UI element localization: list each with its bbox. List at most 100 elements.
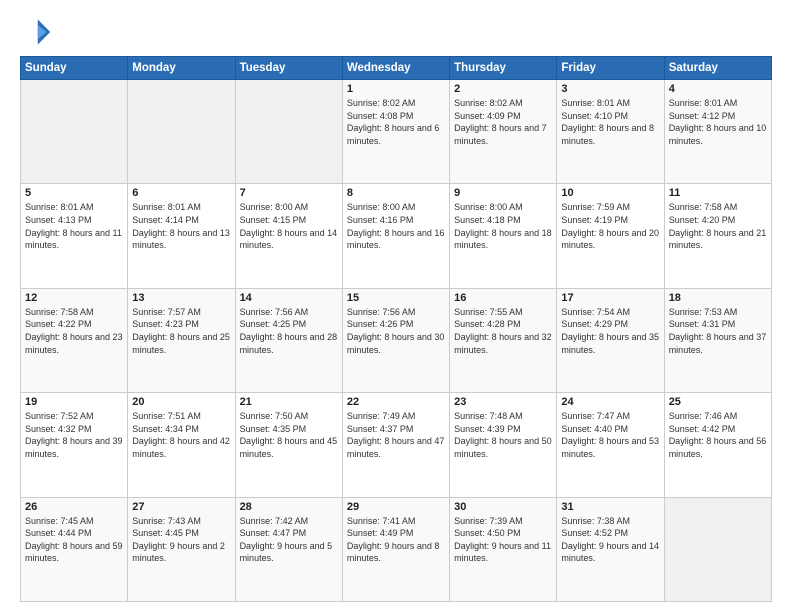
day-number: 22 <box>347 396 445 408</box>
day-info: Sunrise: 7:59 AM Sunset: 4:19 PM Dayligh… <box>561 201 659 251</box>
day-header-tuesday: Tuesday <box>235 57 342 80</box>
calendar-cell <box>128 80 235 184</box>
calendar-week-1: 1Sunrise: 8:02 AM Sunset: 4:08 PM Daylig… <box>21 80 772 184</box>
day-info: Sunrise: 8:01 AM Sunset: 4:14 PM Dayligh… <box>132 201 230 251</box>
day-info: Sunrise: 7:55 AM Sunset: 4:28 PM Dayligh… <box>454 306 552 356</box>
logo-icon <box>20 16 52 48</box>
day-info: Sunrise: 7:51 AM Sunset: 4:34 PM Dayligh… <box>132 410 230 460</box>
calendar-cell: 29 Sunrise: 7:41 AM Sunset: 4:49 PM Dayli… <box>342 497 449 601</box>
day-info: Sunrise: 7:56 AM Sunset: 4:26 PM Dayligh… <box>347 306 445 356</box>
day-number: 31 <box>561 501 659 513</box>
day-number: 11 <box>669 187 767 199</box>
day-number: 28 <box>240 501 338 513</box>
day-info: Sunrise: 8:01 AM Sunset: 4:12 PM Dayligh… <box>669 97 767 147</box>
day-info: Sunrise: 7:38 AM Sunset: 4:52 PM Dayligh… <box>561 515 659 565</box>
calendar-cell: 9 Sunrise: 8:00 AM Sunset: 4:18 PM Daylig… <box>450 184 557 288</box>
day-number: 2 <box>454 83 552 95</box>
day-info: Sunrise: 8:01 AM Sunset: 4:13 PM Dayligh… <box>25 201 123 251</box>
day-info: Sunrise: 8:00 AM Sunset: 4:15 PM Dayligh… <box>240 201 338 251</box>
calendar-cell: 7 Sunrise: 8:00 AM Sunset: 4:15 PM Daylig… <box>235 184 342 288</box>
calendar-cell: 10Sunrise: 7:59 AM Sunset: 4:19 PM Dayli… <box>557 184 664 288</box>
day-number: 24 <box>561 396 659 408</box>
page: SundayMondayTuesdayWednesdayThursdayFrid… <box>0 0 792 612</box>
day-number: 13 <box>132 292 230 304</box>
day-info: Sunrise: 8:00 AM Sunset: 4:18 PM Dayligh… <box>454 201 552 251</box>
calendar-week-4: 19Sunrise: 7:52 AM Sunset: 4:32 PM Dayli… <box>21 393 772 497</box>
logo <box>20 16 56 48</box>
day-number: 16 <box>454 292 552 304</box>
day-number: 12 <box>25 292 123 304</box>
day-number: 17 <box>561 292 659 304</box>
day-info: Sunrise: 7:49 AM Sunset: 4:37 PM Dayligh… <box>347 410 445 460</box>
day-header-friday: Friday <box>557 57 664 80</box>
calendar-cell <box>235 80 342 184</box>
day-number: 8 <box>347 187 445 199</box>
day-number: 7 <box>240 187 338 199</box>
calendar-cell: 12 Sunrise: 7:58 AM Sunset: 4:22 PM Dayli… <box>21 288 128 392</box>
calendar-header-row: SundayMondayTuesdayWednesdayThursdayFrid… <box>21 57 772 80</box>
day-number: 4 <box>669 83 767 95</box>
day-info: Sunrise: 7:47 AM Sunset: 4:40 PM Dayligh… <box>561 410 659 460</box>
calendar-cell: 25 Sunrise: 7:46 AM Sunset: 4:42 PM Dayli… <box>664 393 771 497</box>
calendar-table: SundayMondayTuesdayWednesdayThursdayFrid… <box>20 56 772 602</box>
calendar-cell: 24 Sunrise: 7:47 AM Sunset: 4:40 PM Dayli… <box>557 393 664 497</box>
calendar-week-2: 5Sunrise: 8:01 AM Sunset: 4:13 PM Daylig… <box>21 184 772 288</box>
calendar-cell: 6 Sunrise: 8:01 AM Sunset: 4:14 PM Daylig… <box>128 184 235 288</box>
calendar-cell: 1Sunrise: 8:02 AM Sunset: 4:08 PM Daylig… <box>342 80 449 184</box>
day-header-saturday: Saturday <box>664 57 771 80</box>
day-header-thursday: Thursday <box>450 57 557 80</box>
day-number: 27 <box>132 501 230 513</box>
calendar-week-5: 26Sunrise: 7:45 AM Sunset: 4:44 PM Dayli… <box>21 497 772 601</box>
day-info: Sunrise: 7:41 AM Sunset: 4:49 PM Dayligh… <box>347 515 445 565</box>
day-info: Sunrise: 7:39 AM Sunset: 4:50 PM Dayligh… <box>454 515 552 565</box>
calendar-cell: 20 Sunrise: 7:51 AM Sunset: 4:34 PM Dayli… <box>128 393 235 497</box>
day-number: 20 <box>132 396 230 408</box>
day-info: Sunrise: 7:43 AM Sunset: 4:45 PM Dayligh… <box>132 515 230 565</box>
calendar-week-3: 12 Sunrise: 7:58 AM Sunset: 4:22 PM Dayli… <box>21 288 772 392</box>
calendar-cell: 23Sunrise: 7:48 AM Sunset: 4:39 PM Dayli… <box>450 393 557 497</box>
day-header-sunday: Sunday <box>21 57 128 80</box>
day-info: Sunrise: 8:00 AM Sunset: 4:16 PM Dayligh… <box>347 201 445 251</box>
calendar-cell: 21Sunrise: 7:50 AM Sunset: 4:35 PM Dayli… <box>235 393 342 497</box>
calendar-cell: 14Sunrise: 7:56 AM Sunset: 4:25 PM Dayli… <box>235 288 342 392</box>
day-info: Sunrise: 7:57 AM Sunset: 4:23 PM Dayligh… <box>132 306 230 356</box>
day-number: 9 <box>454 187 552 199</box>
day-number: 18 <box>669 292 767 304</box>
calendar-cell: 2 Sunrise: 8:02 AM Sunset: 4:09 PM Daylig… <box>450 80 557 184</box>
calendar-cell: 19Sunrise: 7:52 AM Sunset: 4:32 PM Dayli… <box>21 393 128 497</box>
calendar-cell: 27 Sunrise: 7:43 AM Sunset: 4:45 PM Dayli… <box>128 497 235 601</box>
day-number: 21 <box>240 396 338 408</box>
day-number: 23 <box>454 396 552 408</box>
day-info: Sunrise: 8:02 AM Sunset: 4:09 PM Dayligh… <box>454 97 552 147</box>
day-number: 15 <box>347 292 445 304</box>
calendar-cell: 26Sunrise: 7:45 AM Sunset: 4:44 PM Dayli… <box>21 497 128 601</box>
day-info: Sunrise: 7:54 AM Sunset: 4:29 PM Dayligh… <box>561 306 659 356</box>
day-info: Sunrise: 7:46 AM Sunset: 4:42 PM Dayligh… <box>669 410 767 460</box>
day-number: 30 <box>454 501 552 513</box>
day-info: Sunrise: 8:02 AM Sunset: 4:08 PM Dayligh… <box>347 97 445 147</box>
day-info: Sunrise: 7:58 AM Sunset: 4:22 PM Dayligh… <box>25 306 123 356</box>
calendar-cell: 5Sunrise: 8:01 AM Sunset: 4:13 PM Daylig… <box>21 184 128 288</box>
calendar-cell: 13 Sunrise: 7:57 AM Sunset: 4:23 PM Dayli… <box>128 288 235 392</box>
calendar-cell: 16 Sunrise: 7:55 AM Sunset: 4:28 PM Dayli… <box>450 288 557 392</box>
calendar-cell: 30 Sunrise: 7:39 AM Sunset: 4:50 PM Dayli… <box>450 497 557 601</box>
day-number: 6 <box>132 187 230 199</box>
day-info: Sunrise: 7:53 AM Sunset: 4:31 PM Dayligh… <box>669 306 767 356</box>
calendar-cell: 15 Sunrise: 7:56 AM Sunset: 4:26 PM Dayli… <box>342 288 449 392</box>
day-header-wednesday: Wednesday <box>342 57 449 80</box>
day-number: 19 <box>25 396 123 408</box>
day-number: 25 <box>669 396 767 408</box>
calendar-cell <box>664 497 771 601</box>
day-number: 14 <box>240 292 338 304</box>
day-header-monday: Monday <box>128 57 235 80</box>
header <box>20 16 772 48</box>
day-info: Sunrise: 8:01 AM Sunset: 4:10 PM Dayligh… <box>561 97 659 147</box>
day-info: Sunrise: 7:45 AM Sunset: 4:44 PM Dayligh… <box>25 515 123 565</box>
calendar-cell: 18 Sunrise: 7:53 AM Sunset: 4:31 PM Dayli… <box>664 288 771 392</box>
day-info: Sunrise: 7:42 AM Sunset: 4:47 PM Dayligh… <box>240 515 338 565</box>
calendar-cell <box>21 80 128 184</box>
calendar-cell: 8 Sunrise: 8:00 AM Sunset: 4:16 PM Daylig… <box>342 184 449 288</box>
day-number: 29 <box>347 501 445 513</box>
calendar-cell: 11Sunrise: 7:58 AM Sunset: 4:20 PM Dayli… <box>664 184 771 288</box>
calendar-cell: 17 Sunrise: 7:54 AM Sunset: 4:29 PM Dayli… <box>557 288 664 392</box>
